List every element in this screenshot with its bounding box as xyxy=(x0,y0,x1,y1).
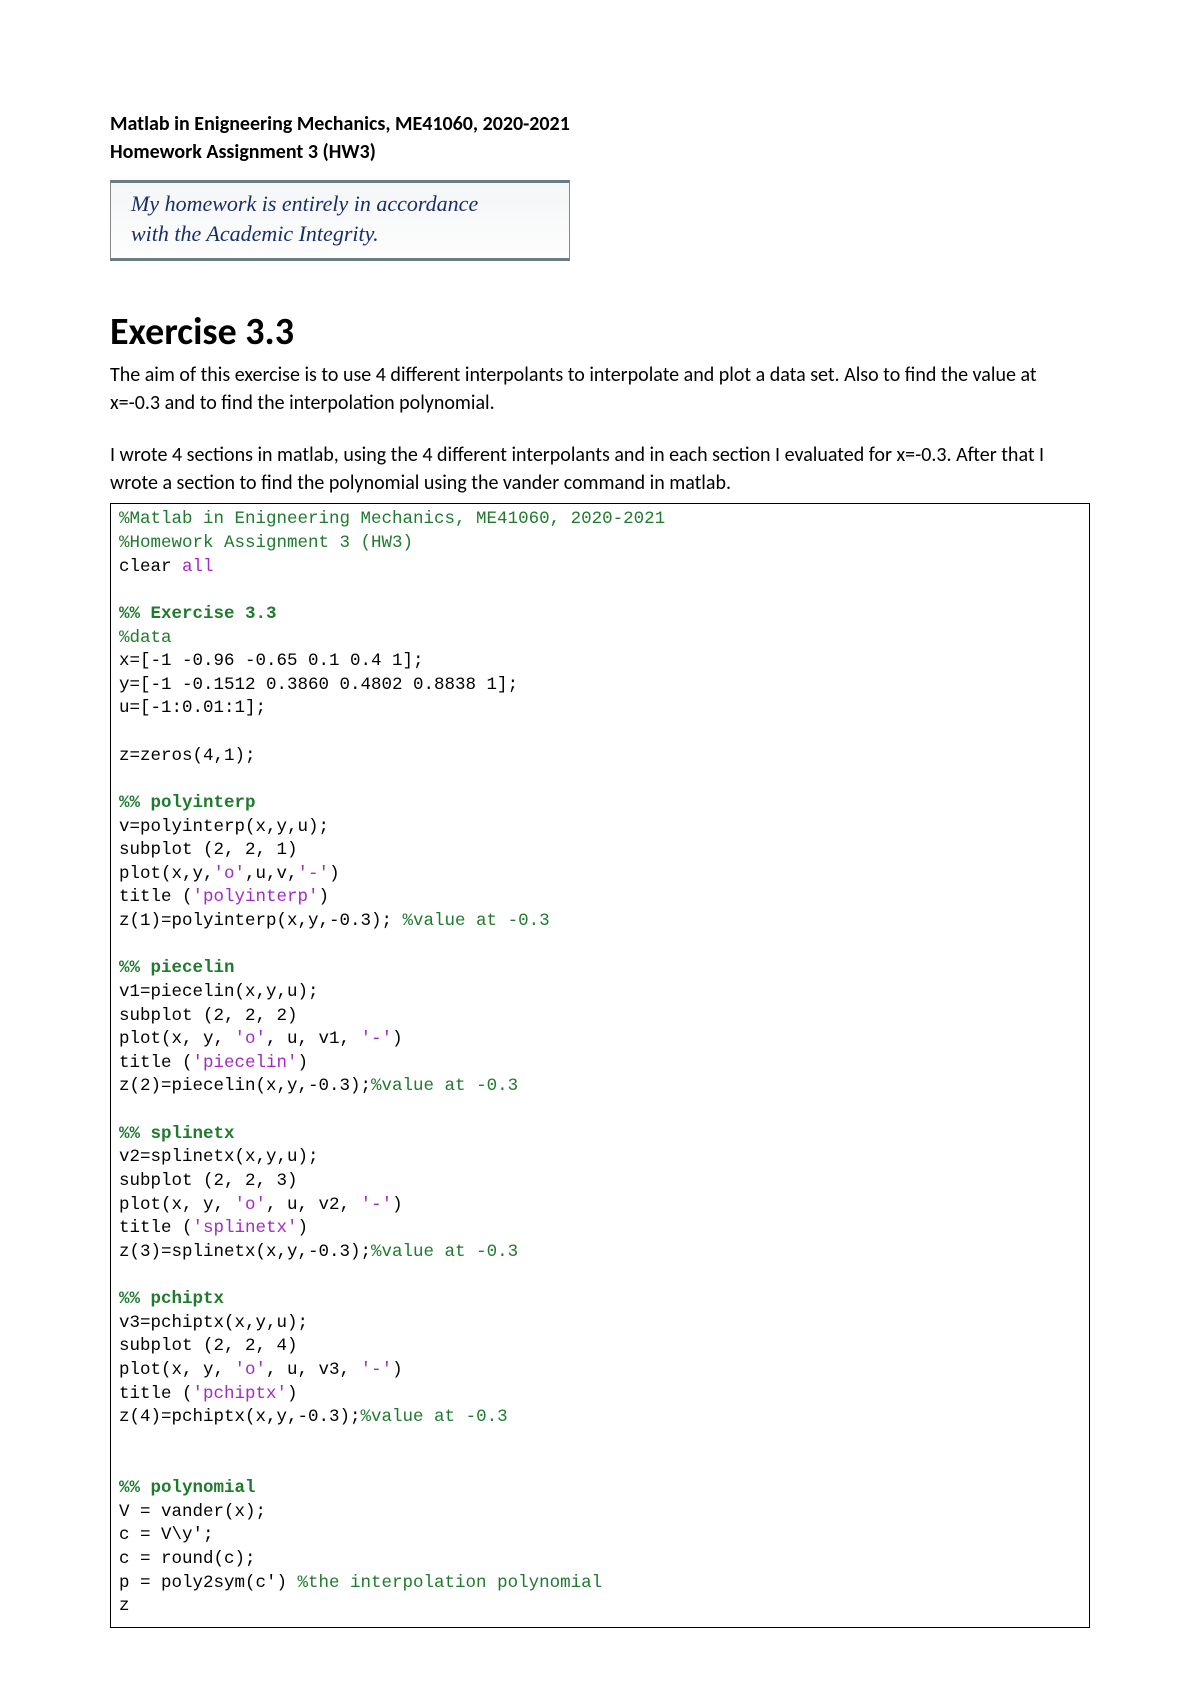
code-line: v2=splinetx(x,y,u); xyxy=(119,1147,319,1167)
integrity-line2: with the Academic Integrity. xyxy=(131,219,559,249)
code-string: 'o' xyxy=(235,1195,267,1215)
code-string: '-' xyxy=(361,1195,393,1215)
code-string: '-' xyxy=(298,864,330,884)
code-line: plot(x, y, xyxy=(119,1360,235,1380)
code-line: v3=pchiptx(x,y,u); xyxy=(119,1313,308,1333)
code-line: , u, v1, xyxy=(266,1029,361,1049)
code-line: clear xyxy=(119,557,182,577)
code-line: plot(x,y, xyxy=(119,864,214,884)
code-line: v1=piecelin(x,y,u); xyxy=(119,982,319,1002)
code-line: title ( xyxy=(119,1384,193,1404)
exercise-heading: Exercise 3.3 xyxy=(110,309,1090,355)
code-line: ) xyxy=(329,864,340,884)
code-line: ) xyxy=(392,1029,403,1049)
code-line: , u, v2, xyxy=(266,1195,361,1215)
code-line: plot(x, y, xyxy=(119,1195,235,1215)
code-comment: %data xyxy=(119,628,172,648)
code-comment: %Matlab in Enigneering Mechanics, ME4106… xyxy=(119,509,665,529)
code-line: V = vander(x); xyxy=(119,1502,266,1522)
integrity-statement: My homework is entirely in accordance wi… xyxy=(110,180,570,261)
code-string: 'pchiptx' xyxy=(193,1384,288,1404)
code-line: ) xyxy=(287,1384,298,1404)
code-line: title ( xyxy=(119,887,193,907)
code-line: subplot (2, 2, 3) xyxy=(119,1171,298,1191)
code-line: p = poly2sym(c') xyxy=(119,1573,298,1593)
code-line: ) xyxy=(392,1195,403,1215)
code-string: '-' xyxy=(361,1360,393,1380)
code-line: y=[-1 -0.1512 0.3860 0.4802 0.8838 1]; xyxy=(119,675,518,695)
integrity-line1: My homework is entirely in accordance xyxy=(131,189,559,219)
exercise-paragraph-1: The aim of this exercise is to use 4 dif… xyxy=(110,361,1090,417)
code-section: %% polynomial xyxy=(119,1478,256,1498)
code-line: ) xyxy=(298,1053,309,1073)
code-line: subplot (2, 2, 2) xyxy=(119,1006,298,1026)
code-section: %% piecelin xyxy=(119,958,235,978)
code-comment: %value at -0.3 xyxy=(403,911,550,931)
matlab-code-block: %Matlab in Enigneering Mechanics, ME4106… xyxy=(110,503,1090,1627)
code-line: z=zeros(4,1); xyxy=(119,746,256,766)
code-line: ) xyxy=(319,887,330,907)
code-string: 'o' xyxy=(235,1029,267,1049)
code-line: subplot (2, 2, 4) xyxy=(119,1336,298,1356)
code-string: '-' xyxy=(361,1029,393,1049)
code-line: c = V\y'; xyxy=(119,1525,214,1545)
code-line: z(2)=piecelin(x,y,-0.3); xyxy=(119,1076,371,1096)
code-line: title ( xyxy=(119,1053,193,1073)
exercise-paragraph-2: I wrote 4 sections in matlab, using the … xyxy=(110,441,1090,497)
code-line: z(1)=polyinterp(x,y,-0.3); xyxy=(119,911,403,931)
code-string: 'o' xyxy=(235,1360,267,1380)
course-title: Matlab in Enigneering Mechanics, ME41060… xyxy=(110,110,1090,138)
code-line: x=[-1 -0.96 -0.65 0.1 0.4 1]; xyxy=(119,651,424,671)
code-comment: %value at -0.3 xyxy=(371,1076,518,1096)
code-line: z(4)=pchiptx(x,y,-0.3); xyxy=(119,1407,361,1427)
code-line: ,u,v, xyxy=(245,864,298,884)
code-line: z xyxy=(119,1596,130,1616)
code-string: 'splinetx' xyxy=(193,1218,298,1238)
code-section: %% Exercise 3.3 xyxy=(119,604,277,624)
code-comment: %value at -0.3 xyxy=(361,1407,508,1427)
code-string: 'polyinterp' xyxy=(193,887,319,907)
code-string: 'o' xyxy=(214,864,246,884)
code-comment: %Homework Assignment 3 (HW3) xyxy=(119,533,413,553)
code-line: ) xyxy=(392,1360,403,1380)
code-section: %% pchiptx xyxy=(119,1289,224,1309)
code-line: ) xyxy=(298,1218,309,1238)
code-line: , u, v3, xyxy=(266,1360,361,1380)
code-line: title ( xyxy=(119,1218,193,1238)
code-line: u=[-1:0.01:1]; xyxy=(119,698,266,718)
code-comment: %the interpolation polynomial xyxy=(298,1573,603,1593)
code-line: c = round(c); xyxy=(119,1549,256,1569)
code-line: z(3)=splinetx(x,y,-0.3); xyxy=(119,1242,371,1262)
code-section: %% splinetx xyxy=(119,1124,235,1144)
code-comment: %value at -0.3 xyxy=(371,1242,518,1262)
code-section: %% polyinterp xyxy=(119,793,256,813)
assignment-title: Homework Assignment 3 (HW3) xyxy=(110,138,1090,166)
code-line: plot(x, y, xyxy=(119,1029,235,1049)
code-string: all xyxy=(182,557,214,577)
code-line: v=polyinterp(x,y,u); xyxy=(119,817,329,837)
code-line: subplot (2, 2, 1) xyxy=(119,840,298,860)
code-string: 'piecelin' xyxy=(193,1053,298,1073)
